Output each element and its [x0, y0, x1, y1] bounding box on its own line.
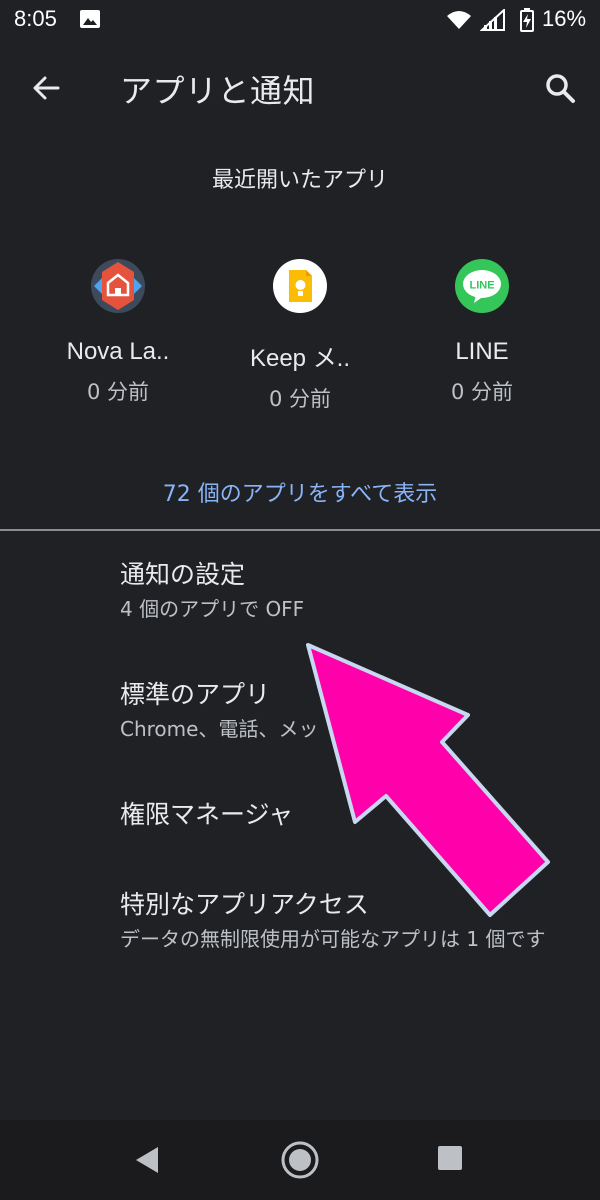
back-button[interactable]	[22, 64, 70, 112]
app-time: 0 分前	[450, 380, 514, 404]
line-app-icon: LINE	[455, 259, 509, 313]
search-button[interactable]	[536, 64, 584, 112]
line-logo-text: LINE	[469, 280, 494, 292]
arrow-back-icon	[33, 76, 60, 100]
nav-back-button[interactable]	[130, 1142, 166, 1178]
keep-notes-icon	[273, 259, 327, 313]
battery-charging-icon	[520, 8, 534, 32]
nova-launcher-icon	[91, 259, 145, 313]
triangle-back-icon	[136, 1147, 158, 1173]
app-bar: アプリと通知	[0, 44, 600, 132]
wifi-icon	[447, 11, 471, 29]
recent-apps-header: 最近開いたアプリ	[211, 168, 388, 193]
see-all-apps-link[interactable]: 72 個のアプリをすべて表示	[0, 476, 600, 508]
signal-icon	[480, 9, 505, 31]
app-time: 0 分前	[268, 387, 332, 411]
recent-app-keep[interactable]: Keep メ.. 0 分前	[215, 258, 385, 413]
navigation-bar	[0, 1120, 600, 1200]
status-bar: 8:05 16%	[0, 0, 600, 44]
divider	[0, 529, 600, 531]
recent-app-line[interactable]: LINE LINE 0 分前	[397, 258, 567, 406]
nav-recents-button[interactable]	[436, 1144, 464, 1172]
annotation-arrow-icon	[306, 643, 550, 917]
nav-home-button[interactable]	[280, 1140, 320, 1180]
app-name: LINE	[455, 338, 509, 365]
app-name: Nova La..	[66, 338, 170, 365]
setting-title: 通知の設定	[120, 560, 246, 589]
image-notification-icon	[80, 10, 100, 28]
search-icon	[546, 74, 575, 103]
recent-app-nova-launcher[interactable]: Nova La.. 0 分前	[33, 258, 203, 406]
app-time: 0 分前	[86, 380, 150, 404]
app-name: Keep メ..	[249, 345, 351, 372]
setting-summary: データの無制限使用が可能なアプリは 1 個です	[120, 927, 546, 951]
status-time: 8:05	[14, 6, 57, 31]
notification-settings-item[interactable]: 通知の設定 4 個のアプリで OFF	[120, 558, 580, 624]
battery-percent: 16%	[542, 6, 587, 31]
page-title: アプリと通知	[120, 72, 316, 110]
square-recents-icon	[438, 1146, 462, 1170]
setting-summary: 4 個のアプリで OFF	[120, 597, 305, 621]
